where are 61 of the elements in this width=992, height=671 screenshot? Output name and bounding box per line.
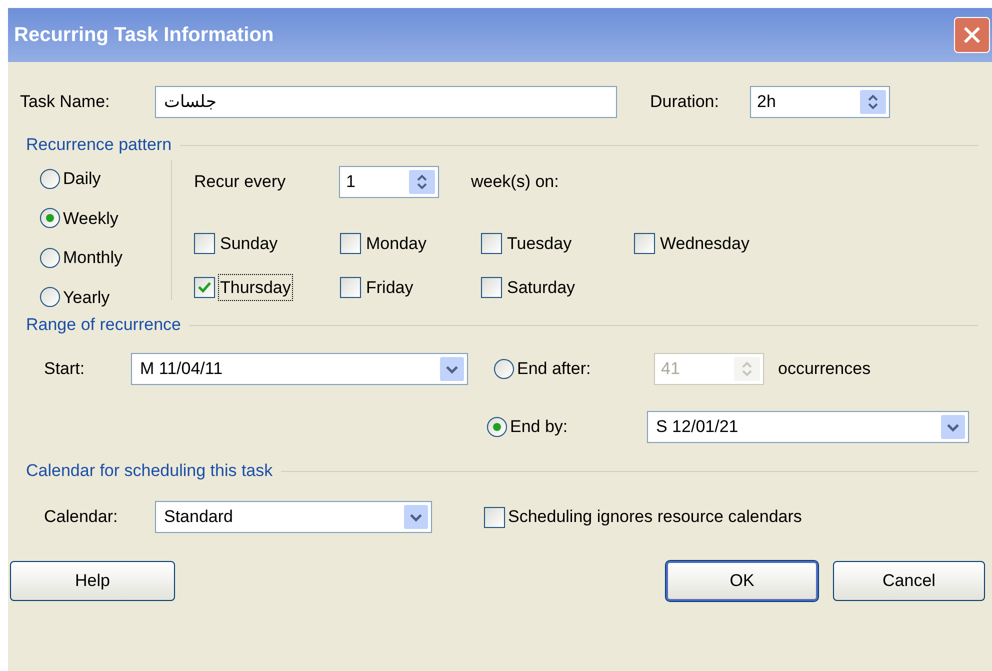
calendar-dropdown[interactable]: Standard (155, 501, 432, 533)
checkbox-label: Saturday (506, 276, 576, 298)
checkbox-label: Wednesday (659, 233, 750, 255)
up-down-arrows-icon (416, 174, 428, 190)
radio-button[interactable] (40, 208, 60, 228)
checkbox-label: Scheduling ignores resource calendars (508, 506, 802, 528)
dropdown-button[interactable] (440, 357, 464, 381)
radio-label: Yearly (63, 286, 110, 308)
checkbox-label: Friday (365, 276, 414, 298)
spin-buttons[interactable] (409, 170, 435, 194)
checkbox-label: Tuesday (506, 233, 573, 255)
chevron-down-icon (947, 422, 959, 432)
chevron-down-icon (446, 364, 458, 374)
radio-label: Daily (63, 168, 101, 190)
radio-label: End by: (510, 416, 568, 438)
field-label: Task Name: (20, 91, 111, 114)
unit-label: occurrences (778, 358, 871, 380)
chevron-down-icon (410, 512, 422, 522)
dialog-button[interactable]: Help (10, 561, 175, 601)
close-icon (963, 26, 981, 44)
unit-label: week(s) on: (471, 171, 559, 194)
field-label: Recur every (194, 171, 287, 194)
checkmark-icon (198, 282, 211, 293)
checkbox-label: Sunday (219, 233, 279, 255)
radio-button[interactable] (40, 287, 60, 308)
field-label: Start: (44, 358, 86, 380)
dropdown-button[interactable] (941, 415, 965, 439)
radio-label: Weekly (63, 208, 118, 230)
section-heading: Range of recurrence (26, 314, 181, 336)
section-heading: Calendar for scheduling this task (26, 460, 273, 482)
radio-label: End after: (517, 358, 591, 380)
dialog-button[interactable]: Cancel (833, 561, 985, 601)
radio-button[interactable] (487, 417, 507, 437)
field-label: Duration: (650, 91, 720, 114)
checkbox[interactable] (340, 233, 361, 254)
spin-buttons[interactable] (860, 90, 886, 114)
radio-button[interactable] (40, 248, 60, 268)
checkbox[interactable] (634, 233, 655, 254)
radio-button[interactable] (40, 168, 60, 189)
section-heading: Recurrence pattern (26, 134, 172, 156)
dialog-button[interactable]: OK (666, 561, 818, 601)
checkbox[interactable] (194, 276, 215, 298)
end-date-dropdown[interactable]: S 12/01/21 (647, 411, 969, 443)
window-title: Recurring Task Information (14, 23, 275, 48)
up-down-arrows-icon (741, 361, 753, 377)
dropdown-button[interactable] (404, 505, 428, 529)
start-date-dropdown[interactable]: M 11/04/11 (131, 353, 468, 385)
up-down-arrows-icon (867, 94, 879, 110)
checkbox[interactable] (481, 276, 502, 298)
field-label: Calendar: (44, 506, 119, 528)
checkbox[interactable] (481, 233, 502, 254)
close-button[interactable] (954, 17, 990, 53)
checkbox[interactable] (340, 276, 361, 298)
recur-every-field[interactable]: 1 (339, 166, 439, 198)
duration-field[interactable]: 2h (750, 86, 890, 118)
checkbox-label: Monday (365, 233, 428, 255)
checkbox-label: Thursday (218, 274, 293, 301)
radio-label: Monthly (63, 247, 123, 269)
checkbox[interactable] (484, 506, 505, 528)
task-name-field[interactable]: جلسات (155, 86, 617, 118)
checkbox[interactable] (194, 233, 215, 254)
